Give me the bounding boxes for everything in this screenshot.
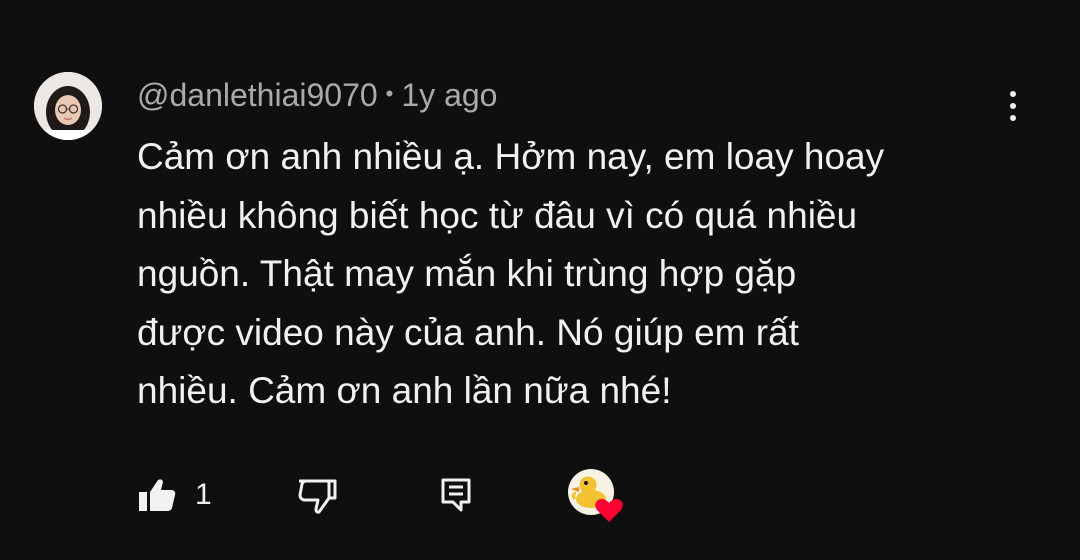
comment-header: @danlethiai9070 • 1y ago: [137, 74, 497, 116]
more-vert-icon-dot: [1010, 115, 1016, 121]
like-button[interactable]: 1: [137, 470, 212, 520]
creator-heart-icon: [568, 469, 623, 522]
author-name[interactable]: @danlethiai9070: [137, 77, 378, 114]
comment-line: nhiều không biết học từ đâu vì có quá nh…: [137, 194, 858, 236]
avatar[interactable]: [34, 72, 102, 140]
more-vert-icon-dot: [1010, 103, 1016, 109]
comment-line: nguồn. Thật may mắn khi trùng hợp gặp: [137, 253, 797, 294]
comment-thread: @danlethiai9070 • 1y ago Cảm ơn anh nhiề…: [0, 0, 1080, 560]
like-count: 1: [195, 478, 212, 511]
comment-line: nhiều. Cảm ơn anh lần nữa nhé!: [137, 370, 672, 411]
more-options-button[interactable]: [996, 84, 1030, 128]
header-separator: •: [385, 81, 394, 106]
reply-button[interactable]: [439, 470, 473, 520]
thumbs-up-icon: [139, 479, 176, 511]
comment-line: Cảm ơn anh nhiều ạ. Hởm nay, em loay hoa…: [137, 136, 885, 177]
comment-line: được video này của anh. Nó giúp em rất: [137, 311, 799, 353]
comment-body: Cảm ơn anh nhiều ạ. Hởm nay, em loay hoa…: [137, 128, 997, 421]
comment-time[interactable]: 1y ago: [401, 77, 497, 114]
dislike-button[interactable]: [295, 470, 339, 520]
creator-heart-badge: [567, 468, 627, 522]
thumbs-down-icon: [298, 479, 337, 514]
avatar-image: [34, 72, 102, 140]
more-vert-icon: [1010, 91, 1016, 97]
reply-comment-icon: [441, 478, 471, 512]
